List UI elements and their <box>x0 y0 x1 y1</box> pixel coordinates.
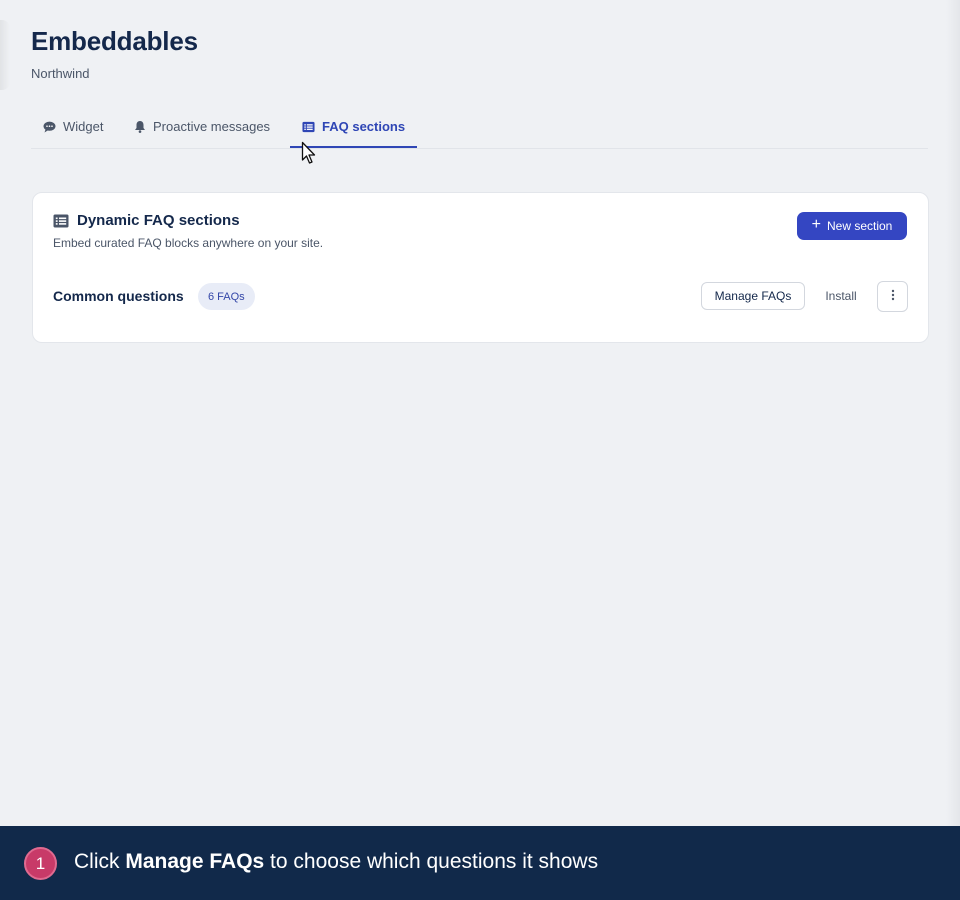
instruction-footer: 1 Click Manage FAQs to choose which ques… <box>0 826 960 900</box>
background-window-edge <box>0 20 10 90</box>
faq-sections-card: Dynamic FAQ sections Embed curated FAQ b… <box>32 192 929 343</box>
page-subtitle: Northwind <box>31 66 90 81</box>
tab-label: Widget <box>63 119 104 134</box>
faq-count-badge: 6 FAQs <box>198 283 255 310</box>
page-title: Embeddables <box>31 26 198 56</box>
faq-section-name: Common questions <box>53 288 184 304</box>
manage-faqs-button[interactable]: Manage FAQs <box>701 282 805 310</box>
vertical-dots-icon <box>891 288 895 306</box>
tab-label: Proactive messages <box>153 119 271 134</box>
plus-icon: + <box>811 216 821 233</box>
chat-bubble-icon <box>43 120 56 133</box>
card-title: Dynamic FAQ sections <box>77 212 240 229</box>
bell-icon <box>133 120 146 133</box>
tab-label: FAQ sections <box>322 119 406 134</box>
instruction-text-after: to choose which questions it shows <box>264 850 599 873</box>
card-description: Embed curated FAQ blocks anywhere on you… <box>53 236 324 250</box>
instruction-text-before: Click <box>74 850 126 873</box>
more-options-button[interactable] <box>877 281 908 312</box>
instruction-text: Click Manage FAQs to choose which questi… <box>74 850 598 874</box>
list-icon <box>53 214 69 228</box>
mouse-cursor-icon <box>301 141 316 164</box>
instruction-text-bold: Manage FAQs <box>125 850 265 873</box>
step-number-badge: 1 <box>24 847 57 880</box>
tab-widget[interactable]: Widget <box>43 106 103 147</box>
tab-proactive-messages[interactable]: Proactive messages <box>133 106 270 147</box>
new-section-label: New section <box>826 219 893 233</box>
tab-bar: Widget Proactive messages FAQ sections <box>31 108 928 149</box>
new-section-button[interactable]: + New section <box>797 212 907 240</box>
list-icon <box>302 120 315 133</box>
scroll-edge <box>946 0 960 826</box>
install-button[interactable]: Install <box>815 282 867 310</box>
